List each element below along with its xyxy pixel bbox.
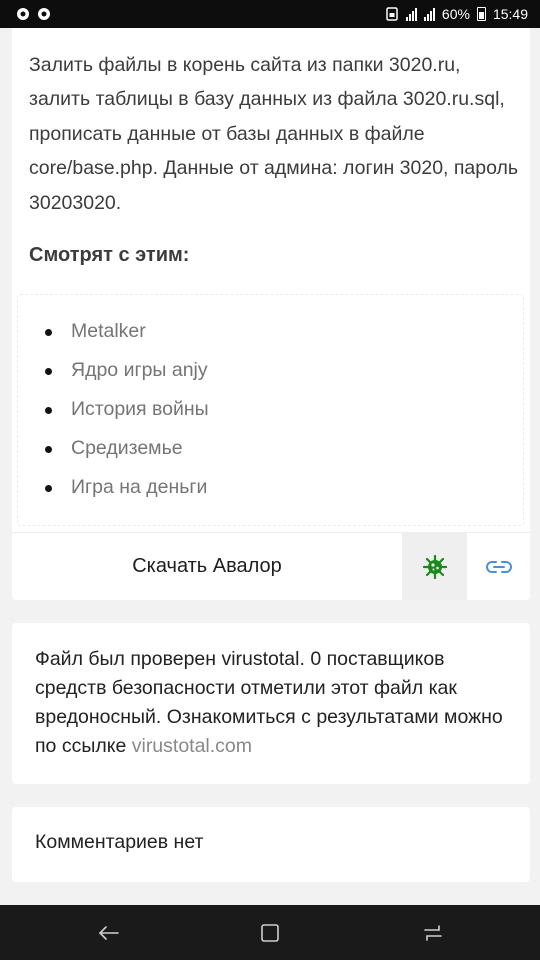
battery-icon [476,7,486,21]
virustotal-text: Файл был проверен virustotal. 0 поставщи… [35,648,503,757]
virus-check-button[interactable] [403,533,467,600]
home-icon[interactable] [258,921,282,945]
no-comments-text: Комментариев нет [35,831,204,853]
sim-icon [386,7,398,21]
related-item[interactable]: Ядро игры anjy [45,354,209,393]
file-info-card: Залить файлы в корень сайта из папки 302… [12,28,530,600]
link-icon [485,560,512,573]
virustotal-card: Файл был проверен virustotal. 0 поставщи… [12,623,530,784]
virustotal-message: Файл был проверен virustotal. 0 поставщи… [35,645,515,761]
status-bar: 60% 15:49 [0,0,540,28]
virus-icon [422,554,448,579]
related-item[interactable]: Игра на деньги [45,471,209,510]
related-list: Metalker Ядро игры anjy История войны Ср… [45,315,209,510]
actions-row: Скачать Авалор [12,532,530,600]
back-icon[interactable] [97,921,121,945]
download-button[interactable]: Скачать Авалор [12,533,403,600]
related-list-box: Metalker Ядро игры anjy История войны Ср… [17,294,524,526]
see-also-heading: Смотрят с этим: [29,244,190,266]
copy-link-button[interactable] [467,533,530,600]
notification-icon [17,8,29,20]
related-item[interactable]: Metalker [45,315,209,354]
battery-percent: 60% [441,6,470,22]
signal-icon [423,7,435,21]
install-description: Залить файлы в корень сайта из папки 302… [29,54,519,214]
related-item[interactable]: История войны [45,393,209,432]
navigation-bar [0,905,540,960]
recent-apps-icon[interactable] [421,921,445,945]
signal-icon [405,7,417,21]
clock: 15:49 [492,6,528,22]
comments-card: Комментариев нет [12,807,530,882]
virustotal-link[interactable]: virustotal.com [132,735,252,757]
notification-icon [38,8,50,20]
related-item[interactable]: Средиземье [45,432,209,471]
